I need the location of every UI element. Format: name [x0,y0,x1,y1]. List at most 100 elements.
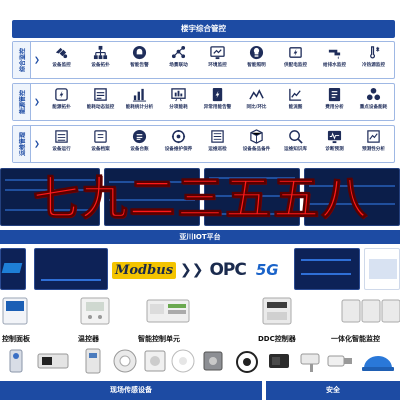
archive-icon [93,128,109,144]
energy-topology-icon [54,86,70,102]
ledger-icon [132,128,148,144]
subitem-icon [171,86,187,102]
menu-item-knowledge[interactable]: 运维知识库 [279,128,312,160]
banner-text: 七九二三五五八 [33,171,369,226]
device-run-icon [54,128,70,144]
menu-item-water[interactable]: 给排水监控 [318,44,351,76]
platform-screen [294,248,360,290]
menu-item-key-device[interactable]: 重点设备能耗 [357,86,390,118]
statistics-icon [132,86,148,102]
device-label: 智能控制单元 [138,335,180,343]
spare-parts-icon [249,128,265,144]
menu-item-scene-link[interactable]: 场景联动 [162,44,195,76]
menu-item-compare[interactable]: 同比/环比 [240,86,273,118]
section-header-safety: 安全 [266,381,400,400]
system-title: 楼宇综合管控 [181,24,226,33]
overlay-banner: 七九二三五五八 [0,170,400,226]
chevron-right-icon: ❯ [34,56,40,64]
section-header-sensors: 现场传感设备 [0,381,262,400]
menu-item-device-monitor[interactable]: 设备监控 [45,44,78,76]
system-header: 楼宇综合管控 [12,20,395,38]
menu-item-predict[interactable]: 预测性分析 [357,128,390,160]
platform-screen [364,248,400,290]
5g-logo: 5G [255,261,279,279]
menu-item-energy-monitor[interactable]: 能耗动态监控 [84,86,117,118]
platform-screen [0,248,26,290]
monitor-icon [54,44,70,60]
protocol-logos: Modbus ❯❯ OPC 5G [112,258,279,282]
menu-item-device-run[interactable]: 设备运行 [45,128,78,160]
menu-item-maintenance[interactable]: 设备维护保养 [162,128,195,160]
section-label: 运维管理 [13,126,31,162]
topology-icon [93,44,109,60]
platform-header: 亚川IOT平台 [0,230,400,244]
sensor-device [4,346,28,376]
chevron-right-icon: ❯ [34,140,40,148]
maintenance-icon [171,128,187,144]
inspection-icon [210,128,226,144]
menu-item-cost[interactable]: 费用分析 [318,86,351,118]
menu-item-spare-parts[interactable]: 设备备品备件 [240,128,273,160]
sensor-device [200,346,226,376]
knowledge-icon [288,128,304,144]
device-label: 一体化智能监控 [331,335,380,343]
diagnosis-icon [327,128,343,144]
sensor-device [170,346,196,376]
water-icon [327,44,343,60]
environment-icon [210,44,226,60]
lighting-icon [249,44,265,60]
menu-item-hvac[interactable]: 冷热源监控 [357,44,390,76]
menu-item-device-archive[interactable]: 设备档案 [84,128,117,160]
alarm-icon [132,44,148,60]
device-label: 控制面板 [2,335,30,343]
opc-logo: OPC [209,260,246,280]
link-icon [171,44,187,60]
abnormal-icon [210,86,226,102]
menu-item-subitem-energy[interactable]: 分项能耗 [162,86,195,118]
power-icon [288,44,304,60]
key-device-icon [366,86,382,102]
menu-item-lighting[interactable]: 智能照明 [240,44,273,76]
modbus-logo: Modbus [112,261,177,279]
section-row-monitoring: 综合监控 ❯ 设备监控 设备拓扑 智能告警 场景联动 环境监控 智能照明 供配电… [12,41,395,79]
menu-item-environment[interactable]: 环境监控 [201,44,234,76]
arrow-icon: ❯❯ [180,262,204,278]
section-row-energy: 能源管控 ❯ 能源拓扑 能耗动态监控 能耗统计分析 分项能耗 异常用能告警 同比… [12,83,395,121]
ddc-controller-icon [262,297,292,325]
menu-item-statistics[interactable]: 能耗统计分析 [123,86,156,118]
platform-screen [34,248,108,290]
section-label: 能源管控 [13,84,31,120]
safety-helmet-icon [360,346,396,376]
energy-monitor-icon [93,86,109,102]
integrated-monitor-icon [341,299,400,323]
sensor-device [142,346,168,376]
menu-item-abnormal-alarm[interactable]: 异常用能告警 [201,86,234,118]
device-label: DDC控制器 [258,335,296,343]
platform-title: 亚川IOT平台 [179,233,221,241]
menu-item-power[interactable]: 供配电监控 [279,44,312,76]
menu-item-diagnosis[interactable]: 诊断预测 [318,128,351,160]
section-row-operations: 运维管理 ❯ 设备运行 设备档案 设备台账 设备维护保养 运维巡检 设备备品备件… [12,125,395,163]
sensor-device [234,346,260,376]
compare-icon [249,86,265,102]
menu-item-device-topology[interactable]: 设备拓扑 [84,44,117,76]
cost-icon [327,86,343,102]
menu-item-device-ledger[interactable]: 设备台账 [123,128,156,160]
hvac-icon [366,44,382,60]
menu-item-inspection[interactable]: 运维巡检 [201,128,234,160]
sensor-device [36,346,70,376]
menu-item-energy-topology[interactable]: 能源拓扑 [45,86,78,118]
sensor-device [326,346,354,376]
predict-icon [366,128,382,144]
menu-item-energy-flow[interactable]: 能流图 [279,86,312,118]
control-unit-icon [146,299,190,323]
menu-item-smart-alarm[interactable]: 智能告警 [123,44,156,76]
thermostat-icon [80,297,110,325]
sensor-device [266,346,292,376]
device-label: 温控器 [78,335,99,343]
sensor-device [82,346,104,376]
section-label: 综合监控 [13,42,31,78]
control-panel-icon [2,297,28,325]
flow-icon [288,86,304,102]
sensor-device [112,346,138,376]
